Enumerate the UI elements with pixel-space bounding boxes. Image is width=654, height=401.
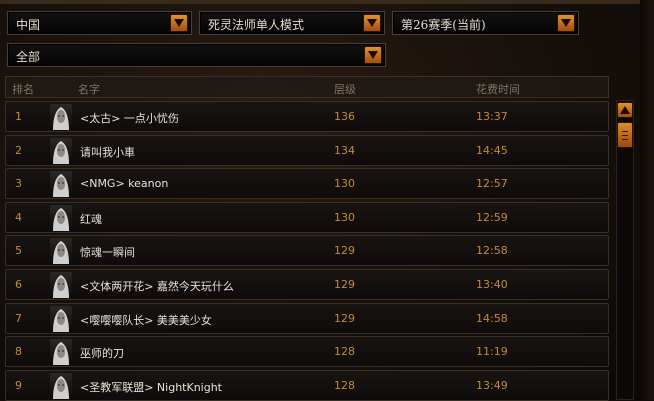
row-level: 129	[334, 278, 355, 291]
row-time: 11:19	[476, 345, 508, 359]
row-time: 12:59	[476, 210, 508, 224]
chevron-down-icon[interactable]	[363, 14, 381, 32]
necromancer-portrait-icon	[50, 372, 72, 399]
leaderboard-header: 排名 名字 层级 花费时间	[5, 76, 609, 98]
table-row[interactable]: 7 <嘤嘤嘤队长> 美美美少女 129 14:58	[5, 302, 609, 334]
row-player-name: 惊魂一瞬间	[80, 246, 135, 260]
row-time: 13:40	[476, 278, 508, 291]
row-level: 130	[334, 177, 355, 191]
table-row[interactable]: 6 <文体两开花> 嘉然今天玩什么 129 13:40	[5, 269, 609, 300]
row-rank: 2	[15, 143, 22, 157]
chevron-down-icon[interactable]	[170, 14, 188, 32]
row-player-name: 请叫我小車	[80, 145, 135, 159]
row-rank: 7	[15, 311, 22, 325]
row-player-name: <NMG> keanon	[80, 177, 169, 191]
mode-dropdown[interactable]: 死灵法师单人模式	[199, 11, 385, 35]
row-time: 13:49	[476, 378, 508, 392]
necromancer-portrait-icon	[50, 339, 72, 366]
row-player-name: <太古> 一点小忧伤	[80, 112, 179, 125]
row-time: 13:37	[476, 110, 508, 123]
table-row[interactable]: 1 <太古> 一点小忧伤 136 13:37	[5, 101, 609, 132]
row-player-name: 红魂	[80, 212, 102, 226]
row-rank: 1	[15, 110, 22, 123]
row-level: 129	[334, 311, 355, 325]
row-time: 12:57	[476, 177, 508, 191]
row-level: 129	[334, 244, 355, 258]
row-time: 14:45	[476, 143, 508, 157]
row-player-name: <圣教军联盟> NightKnight	[80, 380, 222, 394]
table-row[interactable]: 8 巫师的刀 128 11:19	[5, 336, 609, 368]
scope-dropdown-value: 全部	[16, 50, 41, 64]
row-rank: 3	[15, 177, 22, 191]
table-row[interactable]: 5 惊魂一瞬间 129 12:58	[5, 235, 609, 267]
scroll-thumb[interactable]	[617, 122, 633, 148]
row-time: 14:58	[476, 311, 508, 325]
chevron-down-icon[interactable]	[364, 46, 382, 64]
necromancer-portrait-icon	[50, 171, 72, 198]
region-dropdown-value: 中国	[16, 18, 41, 32]
table-row[interactable]: 4 红魂 130 12:59	[5, 201, 609, 233]
header-level: 层级	[334, 83, 356, 96]
row-player-name: <文体两开花> 嘉然今天玩什么	[80, 280, 234, 293]
row-level: 130	[334, 210, 355, 224]
header-rank: 排名	[12, 83, 34, 96]
chevron-down-icon[interactable]	[557, 14, 575, 32]
necromancer-portrait-icon	[50, 104, 72, 130]
necromancer-portrait-icon	[50, 137, 72, 164]
table-row[interactable]: 3 <NMG> keanon 130 12:57	[5, 168, 609, 200]
side-border	[640, 0, 654, 400]
necromancer-portrait-icon	[50, 305, 72, 332]
table-row[interactable]: 2 请叫我小車 134 14:45	[5, 134, 609, 166]
arrow-up-icon[interactable]	[617, 102, 633, 118]
season-dropdown[interactable]: 第26赛季(当前)	[392, 11, 579, 35]
row-rank: 5	[15, 244, 22, 258]
row-rank: 4	[15, 210, 22, 224]
row-level: 128	[334, 378, 355, 392]
header-name: 名字	[78, 83, 100, 96]
row-player-name: <嘤嘤嘤队长> 美美美少女	[80, 313, 212, 327]
season-dropdown-value: 第26赛季(当前)	[401, 18, 486, 32]
top-border	[0, 0, 654, 4]
necromancer-portrait-icon	[50, 238, 72, 265]
row-level: 128	[334, 345, 355, 359]
row-level: 136	[334, 110, 355, 123]
table-row[interactable]: 9 <圣教军联盟> NightKnight 128 13:49	[5, 369, 609, 401]
row-rank: 8	[15, 345, 22, 359]
header-time: 花费时间	[476, 83, 520, 96]
row-rank: 9	[15, 378, 22, 392]
mode-dropdown-value: 死灵法师单人模式	[208, 18, 305, 32]
row-level: 134	[334, 143, 355, 157]
region-dropdown[interactable]: 中国	[7, 11, 192, 35]
scope-dropdown[interactable]: 全部	[7, 43, 386, 67]
row-rank: 6	[15, 278, 22, 291]
row-time: 12:58	[476, 244, 508, 258]
necromancer-portrait-icon	[50, 272, 72, 298]
row-player-name: 巫师的刀	[80, 347, 124, 361]
necromancer-portrait-icon	[50, 204, 72, 231]
